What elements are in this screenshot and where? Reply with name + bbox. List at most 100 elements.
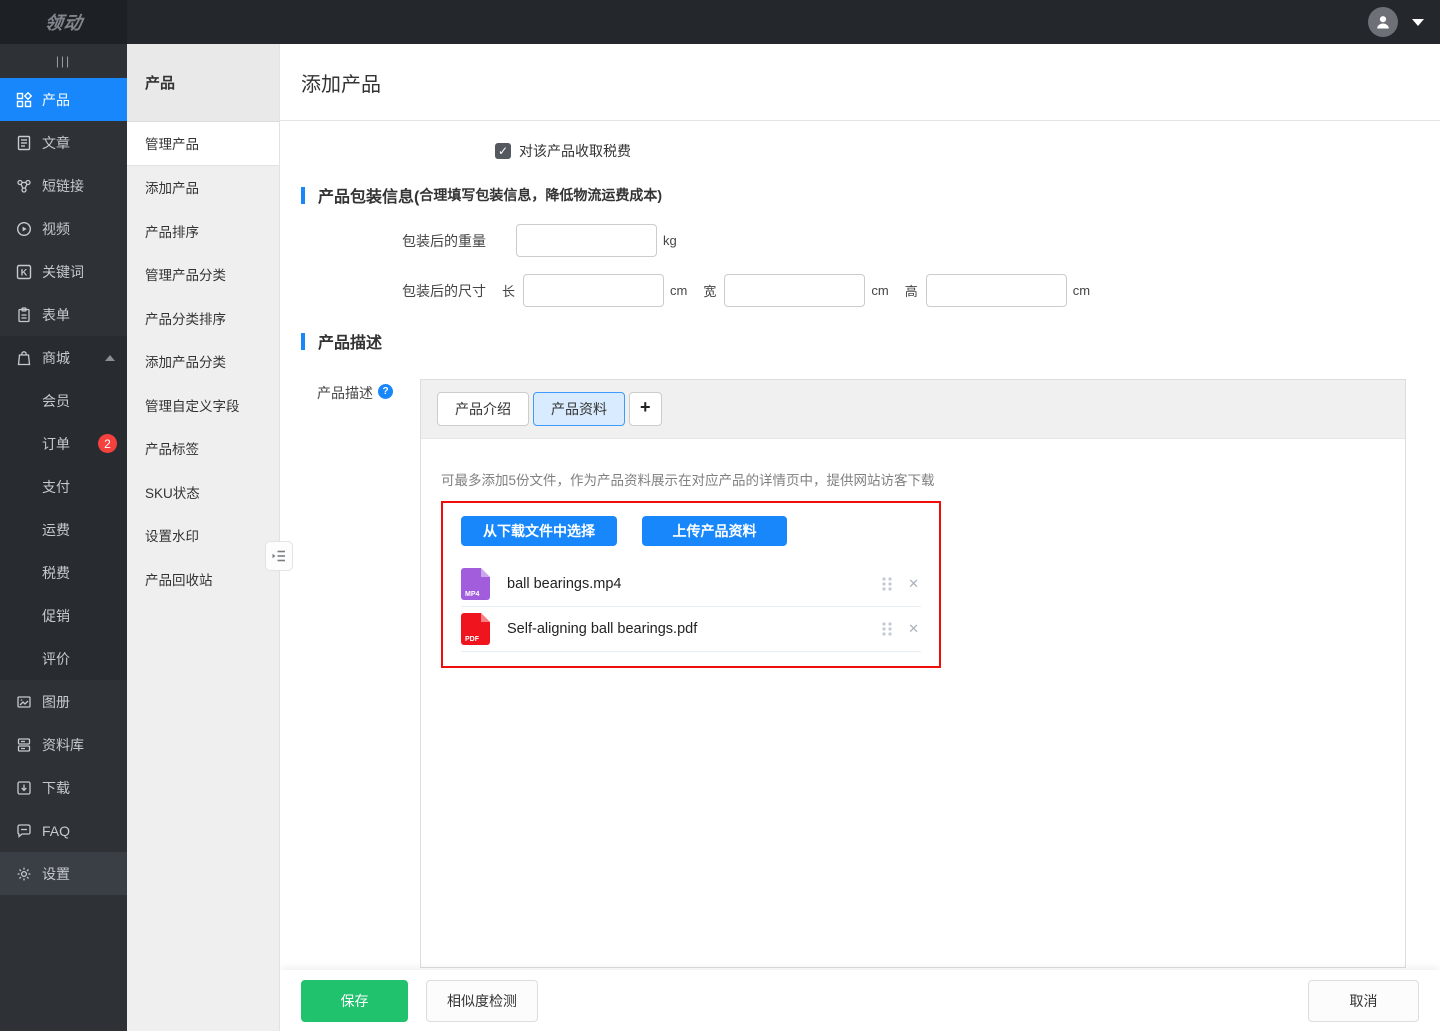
pdf-file-icon: PDF	[461, 613, 490, 645]
height-unit: cm	[1073, 283, 1090, 298]
sidebar-item-gallery[interactable]: 图册	[0, 680, 127, 723]
sidebar-group-mall: 商城 会员 订单 2 支付 运费 税费 促销 评价	[0, 336, 127, 680]
submenu-item-add-category[interactable]: 添加产品分类	[127, 340, 279, 384]
gallery-icon	[16, 694, 32, 710]
length-input[interactable]	[523, 274, 664, 307]
article-icon	[16, 135, 32, 151]
sidebar-subitem-reviews[interactable]: 评价	[0, 637, 127, 680]
length-prefix: 长	[502, 281, 515, 300]
similarity-check-button[interactable]: 相似度检测	[426, 980, 538, 1022]
brand-logo: 领动	[43, 9, 85, 35]
length-unit: cm	[670, 283, 687, 298]
file-row: PDF Self-aligning ball bearings.pdf ✕	[461, 607, 921, 652]
remove-file-icon[interactable]: ✕	[906, 576, 921, 592]
sidebar-item-label: 视频	[42, 219, 70, 239]
sidebar-item-downloads[interactable]: 下载	[0, 766, 127, 809]
page-header: 添加产品	[280, 44, 1440, 121]
submenu-item-watermark[interactable]: 设置水印	[127, 514, 279, 558]
sidebar-subitem-promotions[interactable]: 促销	[0, 594, 127, 637]
sidebar-item-settings[interactable]: 设置	[0, 852, 127, 895]
sidebar-subitem-orders[interactable]: 订单 2	[0, 422, 127, 465]
sidebar-subitem-members[interactable]: 会员	[0, 379, 127, 422]
sidebar-item-label: 文章	[42, 133, 70, 153]
sidebar-item-products[interactable]: 产品	[0, 78, 127, 121]
files-hint-text: 可最多添加5份文件，作为产品资料展示在对应产品的详情页中，提供网站访客下载	[441, 469, 1385, 489]
sidebar-item-label: 图册	[42, 692, 70, 712]
sidebar-item-mall[interactable]: 商城	[0, 336, 127, 379]
weight-label: 包装后的重量	[301, 231, 486, 251]
sidebar-item-shortlinks[interactable]: 短链接	[0, 164, 127, 207]
submenu-collapse-button[interactable]	[265, 541, 293, 571]
mp4-file-icon: MP4	[461, 568, 490, 600]
sidebar-item-videos[interactable]: 视频	[0, 207, 127, 250]
submenu-item-custom-fields[interactable]: 管理自定义字段	[127, 383, 279, 427]
weight-input[interactable]	[516, 224, 657, 257]
sidebar-subitem-payments[interactable]: 支付	[0, 465, 127, 508]
sidebar-item-label: 短链接	[42, 176, 84, 196]
tab-product-intro[interactable]: 产品介绍	[437, 392, 529, 426]
svg-text:PDF: PDF	[465, 636, 480, 643]
keyword-icon: K	[16, 264, 32, 280]
sidebar-item-label: 资料库	[42, 735, 84, 755]
save-button[interactable]: 保存	[301, 980, 408, 1022]
svg-text:MP4: MP4	[465, 591, 480, 598]
top-bar: 领动	[0, 0, 1440, 44]
description-field-row: 产品描述 ? 产品介绍 产品资料 + 可最多添加5份文件，作为产品资料展示在对应…	[301, 379, 1419, 968]
sidebar-item-faq[interactable]: FAQ	[0, 809, 127, 852]
editor-tab-strip: 产品介绍 产品资料 +	[421, 380, 1405, 439]
library-icon	[16, 737, 32, 753]
upload-product-files-button[interactable]: 上传产品资料	[642, 516, 787, 546]
sidebar-item-articles[interactable]: 文章	[0, 121, 127, 164]
sidebar-subitem-taxes[interactable]: 税费	[0, 551, 127, 594]
sidebar-item-forms[interactable]: 表单	[0, 293, 127, 336]
tab-product-files[interactable]: 产品资料	[533, 392, 625, 426]
width-unit: cm	[871, 283, 888, 298]
submenu-item-sku-status[interactable]: SKU状态	[127, 470, 279, 514]
tax-checkbox-row: ✓ 对该产品收取税费	[495, 141, 1419, 161]
faq-icon	[16, 823, 32, 839]
select-from-downloads-button[interactable]: 从下载文件中选择	[461, 516, 617, 546]
submenu-item-category-sort[interactable]: 产品分类排序	[127, 296, 279, 340]
highlight-annotation: 从下载文件中选择 上传产品资料 MP4	[441, 501, 941, 668]
page-title: 添加产品	[301, 68, 381, 97]
sidebar-item-keywords[interactable]: K 关键词	[0, 250, 127, 293]
drag-handle-icon[interactable]	[880, 621, 894, 637]
tax-checkbox[interactable]: ✓	[495, 143, 511, 159]
sidebar-item-label: 设置	[42, 864, 70, 884]
sidebar-item-label: 商城	[42, 348, 70, 368]
sidebar-collapse-handle[interactable]: |||	[0, 44, 127, 78]
sidebar-subitem-shipping[interactable]: 运费	[0, 508, 127, 551]
sidebar-item-label: 下载	[42, 778, 70, 798]
sidebar-item-library[interactable]: 资料库	[0, 723, 127, 766]
footer-action-bar: 保存 相似度检测 取消	[280, 970, 1440, 1031]
submenu-item-manage-categories[interactable]: 管理产品分类	[127, 253, 279, 297]
user-avatar[interactable]	[1368, 7, 1398, 37]
description-editor: 产品介绍 产品资料 + 可最多添加5份文件，作为产品资料展示在对应产品的详情页中…	[420, 379, 1406, 968]
remove-file-icon[interactable]: ✕	[906, 621, 921, 637]
width-input[interactable]	[724, 274, 865, 307]
svg-text:K: K	[21, 267, 28, 277]
description-section-header: 产品描述	[301, 329, 1419, 353]
sidebar-item-label: 关键词	[42, 262, 84, 282]
height-input[interactable]	[926, 274, 1067, 307]
cancel-button[interactable]: 取消	[1308, 980, 1419, 1022]
help-icon[interactable]: ?	[378, 384, 393, 399]
drag-handle-icon[interactable]	[880, 576, 894, 592]
products-submenu: 产品 管理产品 添加产品 产品排序 管理产品分类 产品分类排序 添加产品分类 管…	[127, 44, 280, 1031]
height-prefix: 高	[905, 281, 918, 300]
packaging-section-header: 产品包装信息(合理填写包装信息，降低物流运费成本)	[301, 183, 1419, 207]
submenu-item-product-sort[interactable]: 产品排序	[127, 209, 279, 253]
submenu-item-add-product[interactable]: 添加产品	[127, 166, 279, 210]
file-list: MP4 ball bearings.mp4 ✕	[461, 562, 921, 652]
submenu-title: 产品	[127, 44, 279, 122]
account-dropdown-caret[interactable]	[1412, 19, 1424, 26]
submenu-item-product-tags[interactable]: 产品标签	[127, 427, 279, 471]
add-tab-button[interactable]: +	[629, 392, 662, 426]
orders-count-badge: 2	[98, 434, 117, 453]
chevron-up-icon	[105, 355, 115, 361]
section-accent-bar	[301, 187, 305, 204]
submenu-item-recycle-bin[interactable]: 产品回收站	[127, 557, 279, 601]
submenu-item-manage-products[interactable]: 管理产品	[127, 122, 279, 166]
description-label: 产品描述	[317, 383, 373, 403]
main-sidebar: ||| 产品 文章 短链接	[0, 44, 127, 1031]
